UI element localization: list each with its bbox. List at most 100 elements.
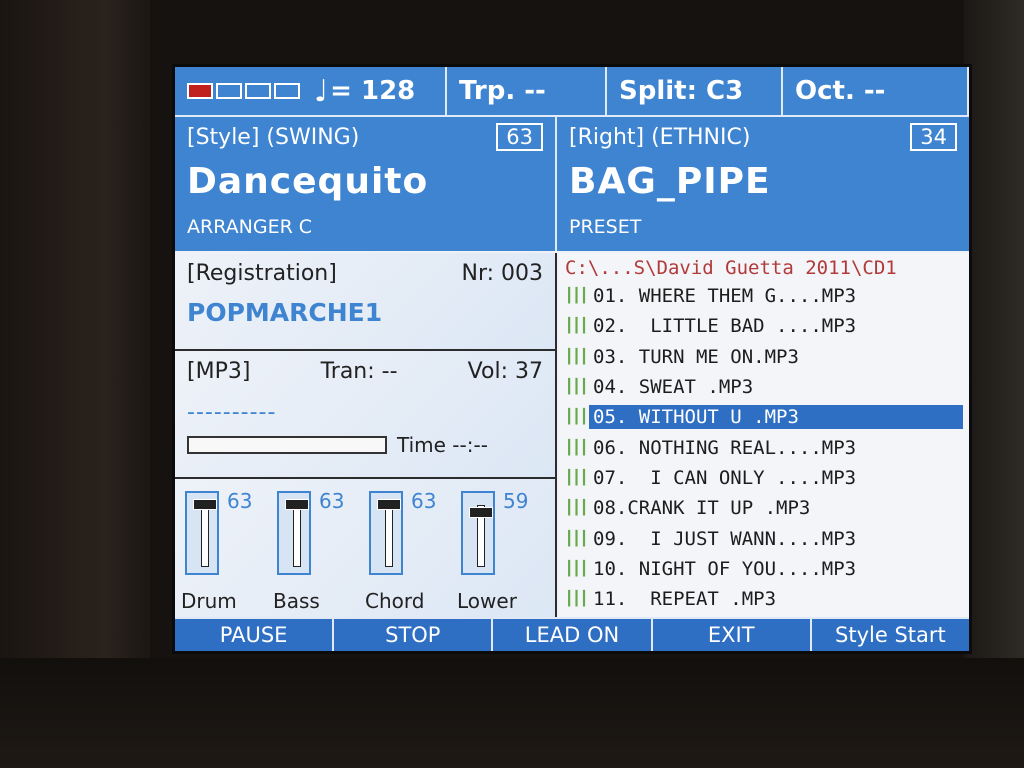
pause-button[interactable]: PAUSE [175,617,335,651]
mp3-time: Time --:-- [397,433,488,457]
device-bezel-bottom [0,658,1024,768]
fader-track [277,491,311,575]
playlist-item-label: 02. LITTLE BAD ....MP3 [593,315,857,338]
playlist-item-label: 07. I CAN ONLY ....MP3 [593,466,857,489]
beat-indicator [187,83,213,99]
fader-value: 63 [319,489,345,513]
device-bezel-right [964,0,1024,768]
fader-label-lower: Lower [457,589,517,613]
playlist-item-label: 06. NOTHING REAL....MP3 [593,436,857,459]
equalizer-icon: ┃┃┃ [565,591,588,608]
octave-value: Oct. -- [795,76,886,106]
playlist-item-label: 11. REPEAT .MP3 [593,588,777,611]
transpose-value: Trp. -- [459,76,546,106]
playlist-item[interactable]: ┃┃┃ 06. NOTHING REAL....MP3 [565,432,963,462]
equalizer-icon: ┃┃┃ [565,409,588,426]
playlist-item[interactable]: ┃┃┃ 03. TURN ME ON.MP3 [565,342,963,372]
playlist-item[interactable]: ┃┃┃ 10. NIGHT OF YOU....MP3 [565,554,963,584]
playlist-item-label: 08.CRANK IT UP .MP3 [593,497,811,520]
beat-indicator [216,83,242,99]
equalizer-icon: ┃┃┃ [565,348,588,365]
mp3-volume: Vol: 37 [467,359,543,384]
playlist-items: ┃┃┃ 01. WHERE THEM G....MP3 ┃┃┃ 02. LITTLE … [565,281,963,614]
fader-track [461,491,495,575]
fader-cap[interactable] [469,507,493,518]
stop-button[interactable]: STOP [334,617,494,651]
playlist-item[interactable]: ┃┃┃ 05. WITHOUT U .MP3 [565,402,963,432]
equalizer-icon: ┃┃┃ [565,500,588,517]
status-bar: ♩ = 128 Trp. -- Split: C3 Oct. -- [175,67,969,117]
tempo-value: = 128 [330,76,416,106]
mp3-panel[interactable]: [MP3] Tran: -- Vol: 37 ---------- Time -… [175,351,557,479]
playlist-item[interactable]: ┃┃┃ 11. REPEAT .MP3 [565,584,963,614]
beat-indicator [245,83,271,99]
mp3-progress-bar[interactable] [187,436,387,454]
fader-drum[interactable]: 63 [181,487,273,587]
equalizer-icon: ┃┃┃ [565,530,588,547]
fader-lower[interactable]: 59 [457,487,549,587]
split-value: Split: C3 [619,76,744,106]
voice-bank: PRESET [569,216,642,238]
fader-value: 59 [503,489,529,513]
playlist-item-label: 01. WHERE THEM G....MP3 [593,285,857,308]
fader-cap[interactable] [285,499,309,510]
mp3-title: ---------- [187,400,277,425]
playlist-item[interactable]: ┃┃┃ 04. SWEAT .MP3 [565,372,963,402]
beat-meter [187,83,300,99]
style-name: Dancequito [187,161,429,202]
style-bank: ARRANGER C [187,216,313,238]
equalizer-icon: ┃┃┃ [565,439,588,456]
playlist-item-label: 04. SWEAT .MP3 [593,376,754,399]
playlist-item[interactable]: ┃┃┃ 02. LITTLE BAD ....MP3 [565,311,963,341]
style-start-button[interactable]: Style Start [811,617,969,651]
style-category: [Style] (SWING) [187,124,360,150]
playlist-item-label: 05. WITHOUT U .MP3 [589,405,963,430]
voice-number: 34 [910,123,957,151]
playlist-item-label: 10. NIGHT OF YOU....MP3 [593,557,857,580]
quarter-note-icon: ♩ [314,73,329,109]
fader-cap[interactable] [377,499,401,510]
style-number: 63 [496,123,543,151]
fader-label-drum: Drum [181,589,237,613]
fader-value: 63 [227,489,253,513]
equalizer-icon: ┃┃┃ [565,288,588,305]
voice-name: BAG_PIPE [569,161,771,202]
fader-label-bass: Bass [273,589,320,613]
mixer-panel: 63 63 63 59 Drum Bass Chord Lower [175,479,557,619]
playlist-item[interactable]: ┃┃┃ 08.CRANK IT UP .MP3 [565,493,963,523]
equalizer-icon: ┃┃┃ [565,469,588,486]
mp3-label: [MP3] [187,359,251,384]
playlist-item-label: 03. TURN ME ON.MP3 [593,345,799,368]
lead-on-button[interactable]: LEAD ON [493,617,653,651]
fader-label-chord: Chord [365,589,425,613]
softkey-bar: PAUSE STOP LEAD ON EXIT Style Start [175,617,969,651]
playlist-item[interactable]: ┃┃┃ 01. WHERE THEM G....MP3 [565,281,963,311]
mp3-playlist: C:\...S\David Guetta 2011\CD1 ┃┃┃ 01. WHE… [559,253,969,619]
registration-name: POPMARCHE1 [187,298,383,327]
exit-button[interactable]: EXIT [652,617,812,651]
fader-rail [293,505,301,567]
fader-track [185,491,219,575]
fader-bass[interactable]: 63 [273,487,365,587]
tempo-cell[interactable]: ♩ = 128 [175,67,447,115]
fader-rail [385,505,393,567]
fader-track [369,491,403,575]
voice-category: [Right] (ETHNIC) [569,124,751,150]
equalizer-icon: ┃┃┃ [565,379,588,396]
playlist-item[interactable]: ┃┃┃ 07. I CAN ONLY ....MP3 [565,463,963,493]
transpose-cell[interactable]: Trp. -- [447,67,607,115]
playlist-path: C:\...S\David Guetta 2011\CD1 [565,257,897,279]
device-bezel-left [0,0,150,768]
playlist-item[interactable]: ┃┃┃ 09. I JUST WANN....MP3 [565,523,963,553]
registration-panel[interactable]: [Registration] Nr: 003 POPMARCHE1 [175,253,557,351]
fader-rail [201,505,209,567]
octave-cell[interactable]: Oct. -- [783,67,969,115]
voice-panel[interactable]: [Right] (ETHNIC) 34 BAG_PIPE PRESET [557,117,969,251]
style-panel[interactable]: [Style] (SWING) 63 Dancequito ARRANGER C [175,117,557,251]
equalizer-icon: ┃┃┃ [565,560,588,577]
playlist-item-label: 09. I JUST WANN....MP3 [593,527,857,550]
fader-cap[interactable] [193,499,217,510]
equalizer-icon: ┃┃┃ [565,318,588,335]
fader-chord[interactable]: 63 [365,487,457,587]
split-cell[interactable]: Split: C3 [607,67,783,115]
